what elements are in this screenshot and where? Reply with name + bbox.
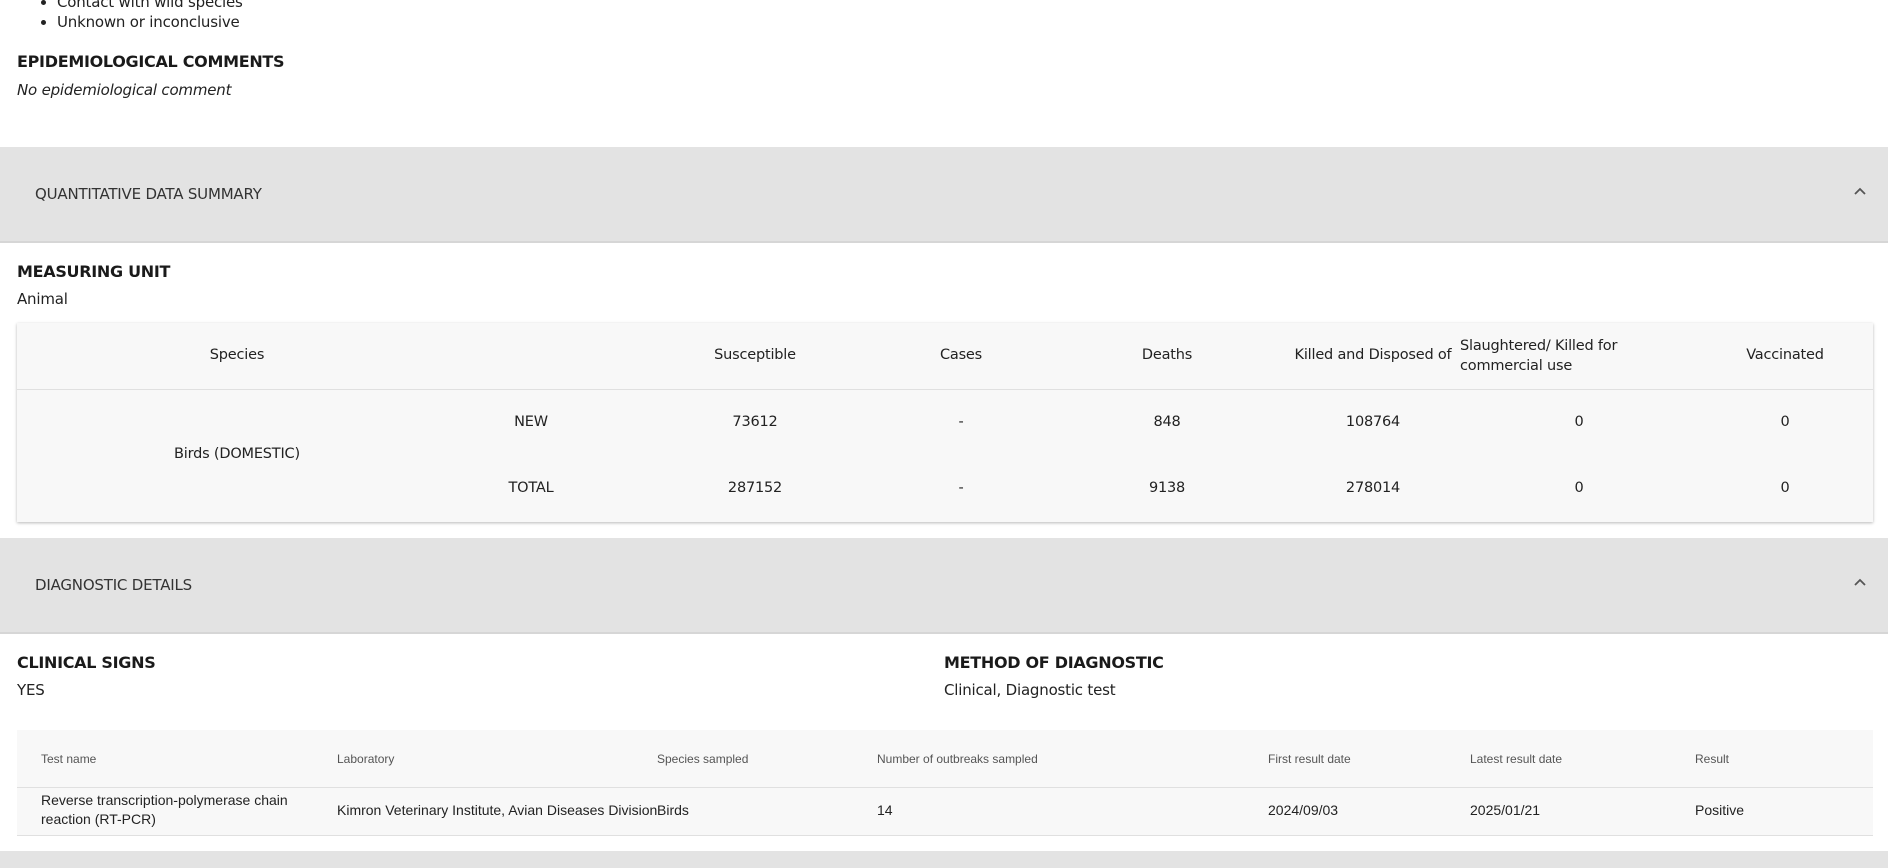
transmission-source-list: Contact with wild species Unknown or inc… bbox=[57, 0, 243, 32]
cell-laboratory: Kimron Veterinary Institute, Avian Disea… bbox=[337, 802, 658, 818]
column-header-cases: Cases bbox=[939, 347, 983, 363]
measuring-unit-heading: MEASURING UNIT bbox=[17, 262, 171, 281]
clinical-signs-value: YES bbox=[17, 681, 45, 699]
quantitative-data-summary-toggle[interactable]: QUANTITATIVE DATA SUMMARY bbox=[0, 147, 1888, 243]
column-header-susceptible: Susceptible bbox=[714, 347, 796, 363]
cell-vaccinated: 0 bbox=[1780, 414, 1790, 430]
column-header-first-result-date: First result date bbox=[1268, 752, 1351, 766]
column-header-slaughtered: Slaughtered/ Killed for commercial use bbox=[1460, 338, 1618, 374]
column-header-species-sampled: Species sampled bbox=[657, 752, 749, 766]
header-divider bbox=[17, 389, 427, 390]
quantitative-data-table: Species Susceptible Cases Deaths Killed … bbox=[17, 323, 1873, 522]
clinical-signs-heading: CLINICAL SIGNS bbox=[17, 653, 156, 672]
section-title: QUANTITATIVE DATA SUMMARY bbox=[35, 185, 262, 203]
list-item: Unknown or inconclusive bbox=[57, 12, 243, 32]
cell-slaughtered: 0 bbox=[1574, 414, 1584, 430]
epidemiological-comments-heading: EPIDEMIOLOGICAL COMMENTS bbox=[17, 52, 285, 71]
cell-cases: - bbox=[958, 480, 964, 496]
row-divider bbox=[17, 835, 1873, 836]
section-title: DIAGNOSTIC DETAILS bbox=[35, 576, 192, 594]
column-header-latest-result-date: Latest result date bbox=[1470, 752, 1563, 766]
list-item: Contact with wild species bbox=[57, 0, 243, 12]
cell-cases: - bbox=[958, 414, 964, 430]
cell-killed: 108764 bbox=[1345, 414, 1401, 430]
cell-outbreaks-sampled: 14 bbox=[877, 802, 893, 818]
column-header-species: Species bbox=[209, 347, 265, 363]
cell-killed: 278014 bbox=[1345, 480, 1401, 496]
cell-vaccinated: 0 bbox=[1780, 480, 1790, 496]
header-divider bbox=[427, 389, 1873, 390]
column-header-deaths: Deaths bbox=[1141, 347, 1193, 363]
cell-first-result-date: 2024/09/03 bbox=[1268, 802, 1339, 818]
species-name: Birds (DOMESTIC) bbox=[174, 446, 300, 462]
diagnostic-test-table: Test name Laboratory Species sampled Num… bbox=[17, 730, 1873, 836]
cell-susceptible: 287152 bbox=[727, 480, 783, 496]
cell-result: Positive bbox=[1695, 802, 1745, 818]
cell-susceptible: 73612 bbox=[732, 414, 778, 430]
header-divider bbox=[17, 787, 1873, 788]
chevron-up-icon[interactable] bbox=[1852, 183, 1868, 199]
measuring-unit-value: Animal bbox=[17, 290, 68, 308]
diagnostic-details-toggle[interactable]: DIAGNOSTIC DETAILS bbox=[0, 538, 1888, 634]
cell-test-name: Reverse transcription-polymerase chain r… bbox=[41, 792, 288, 827]
row-label-total: TOTAL bbox=[508, 480, 554, 496]
epidemiological-comments-text: No epidemiological comment bbox=[17, 81, 232, 99]
next-section-bar[interactable] bbox=[0, 851, 1888, 868]
row-label-new: NEW bbox=[514, 414, 548, 430]
chevron-up-icon[interactable] bbox=[1852, 574, 1868, 590]
method-of-diagnostic-value: Clinical, Diagnostic test bbox=[944, 681, 1116, 699]
cell-deaths: 848 bbox=[1153, 414, 1181, 430]
cell-latest-result-date: 2025/01/21 bbox=[1470, 802, 1541, 818]
column-header-result: Result bbox=[1695, 752, 1730, 766]
method-of-diagnostic-heading: METHOD OF DIAGNOSTIC bbox=[944, 653, 1164, 672]
cell-slaughtered: 0 bbox=[1574, 480, 1584, 496]
cell-deaths: 9138 bbox=[1148, 480, 1186, 496]
column-header-outbreaks-sampled: Number of outbreaks sampled bbox=[877, 752, 1038, 766]
column-header-killed: Killed and Disposed of bbox=[1294, 347, 1452, 363]
column-header-vaccinated: Vaccinated bbox=[1746, 347, 1824, 363]
column-header-test-name: Test name bbox=[41, 752, 97, 766]
column-header-laboratory: Laboratory bbox=[337, 752, 395, 766]
cell-species-sampled: Birds bbox=[657, 802, 689, 818]
